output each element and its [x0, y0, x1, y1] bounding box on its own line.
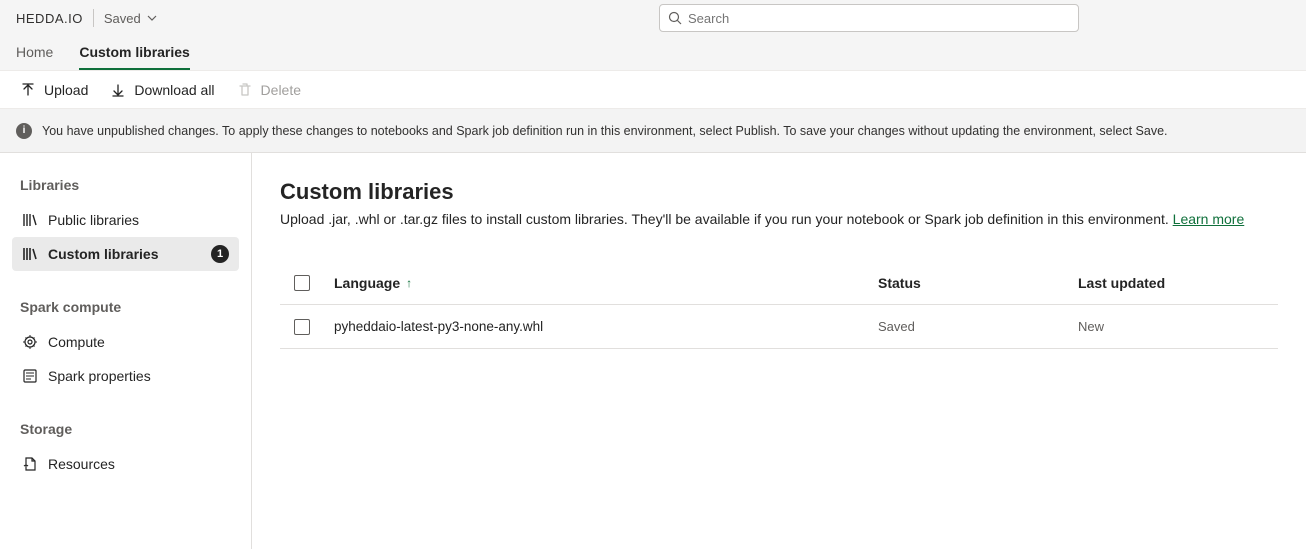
learn-more-link[interactable]: Learn more	[1173, 211, 1245, 227]
upload-button[interactable]: Upload	[20, 82, 88, 98]
books-icon	[22, 212, 38, 228]
search-icon	[668, 11, 682, 25]
command-bar: Upload Download all Delete	[0, 71, 1306, 109]
saved-label: Saved	[104, 11, 141, 26]
sidebar-section-spark-compute: Spark compute	[20, 299, 231, 315]
sort-asc-icon: ↑	[406, 276, 412, 290]
tab-custom-libraries[interactable]: Custom libraries	[79, 44, 189, 70]
gear-icon	[22, 334, 38, 350]
tab-home[interactable]: Home	[16, 44, 53, 70]
table-header: Language ↑ Status Last updated	[280, 261, 1278, 305]
search-input[interactable]	[688, 11, 1070, 26]
search-box[interactable]	[659, 4, 1079, 32]
download-all-button[interactable]: Download all	[110, 82, 214, 98]
content-area: Custom libraries Upload .jar, .whl or .t…	[252, 153, 1306, 549]
sidebar-item-spark-properties[interactable]: Spark properties	[12, 359, 239, 393]
trash-icon	[237, 82, 253, 98]
sidebar-item-label: Compute	[48, 334, 105, 350]
col-last-updated[interactable]: Last updated	[1078, 275, 1278, 291]
cell-status: Saved	[878, 319, 1078, 334]
libraries-table: Language ↑ Status Last updated pyheddaio…	[280, 261, 1278, 349]
row-select-cell	[280, 319, 334, 335]
main-split: Libraries Public libraries Custom librar…	[0, 153, 1306, 549]
saved-dropdown[interactable]: Saved	[104, 11, 157, 26]
books-icon	[22, 246, 38, 262]
app-title: HEDDA.IO	[16, 11, 83, 26]
row-checkbox[interactable]	[294, 319, 310, 335]
upload-icon	[20, 82, 36, 98]
col-language-label: Language	[334, 275, 400, 291]
sidebar-item-resources[interactable]: Resources	[12, 447, 239, 481]
info-text: You have unpublished changes. To apply t…	[42, 124, 1168, 138]
info-icon: i	[16, 123, 32, 139]
sidebar-item-public-libraries[interactable]: Public libraries	[12, 203, 239, 237]
sidebar-item-compute[interactable]: Compute	[12, 325, 239, 359]
sidebar-item-label: Public libraries	[48, 212, 139, 228]
list-icon	[22, 368, 38, 384]
upload-label: Upload	[44, 82, 88, 98]
col-status[interactable]: Status	[878, 275, 1078, 291]
chevron-down-icon	[147, 13, 157, 23]
divider	[93, 9, 94, 27]
cell-last-updated: New	[1078, 319, 1278, 334]
page-heading: Custom libraries	[280, 179, 1278, 205]
cell-language: pyheddaio-latest-py3-none-any.whl	[334, 319, 878, 334]
sidebar-section-libraries: Libraries	[20, 177, 231, 193]
page-subtext-text: Upload .jar, .whl or .tar.gz files to in…	[280, 211, 1173, 227]
download-icon	[110, 82, 126, 98]
info-banner: i You have unpublished changes. To apply…	[0, 109, 1306, 153]
sidebar: Libraries Public libraries Custom librar…	[0, 153, 252, 549]
sidebar-item-label: Spark properties	[48, 368, 151, 384]
sidebar-item-label: Custom libraries	[48, 246, 158, 262]
select-all-checkbox[interactable]	[294, 275, 310, 291]
delete-button: Delete	[237, 82, 301, 98]
sidebar-section-storage: Storage	[20, 421, 231, 437]
count-badge: 1	[211, 245, 229, 263]
top-bar: HEDDA.IO Saved	[0, 0, 1306, 36]
download-all-label: Download all	[134, 82, 214, 98]
sidebar-item-custom-libraries[interactable]: Custom libraries 1	[12, 237, 239, 271]
sidebar-item-label: Resources	[48, 456, 115, 472]
delete-label: Delete	[261, 82, 301, 98]
tab-row: Home Custom libraries	[0, 36, 1306, 71]
col-language[interactable]: Language ↑	[334, 275, 878, 291]
select-all-cell	[280, 275, 334, 291]
page-subtext: Upload .jar, .whl or .tar.gz files to in…	[280, 211, 1278, 227]
file-icon	[22, 456, 38, 472]
table-row[interactable]: pyheddaio-latest-py3-none-any.whl Saved …	[280, 305, 1278, 349]
search-container	[659, 4, 1079, 32]
